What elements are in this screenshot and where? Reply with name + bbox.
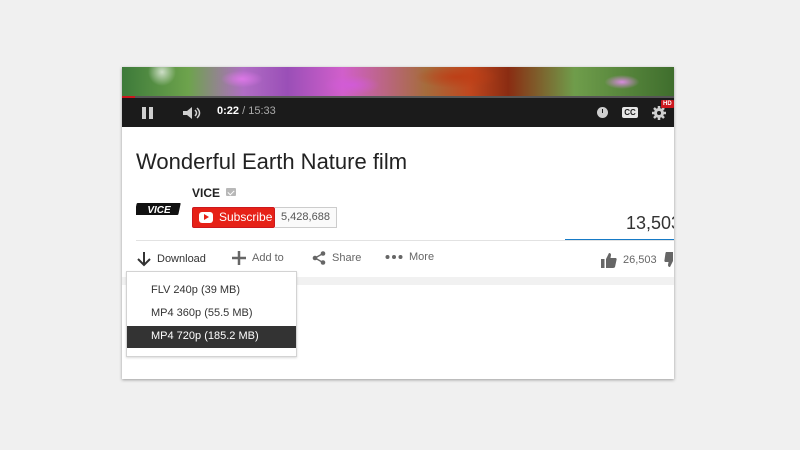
- download-option[interactable]: MP4 360p (55.5 MB): [127, 303, 296, 325]
- divider: [136, 240, 674, 241]
- share-label: Share: [332, 252, 362, 264]
- vice-logo[interactable]: VICE: [136, 202, 182, 216]
- watch-later-icon[interactable]: [597, 107, 608, 118]
- thumbs-up-icon: [601, 253, 617, 268]
- subscribe-label: Subscribe: [219, 210, 273, 224]
- more-dots-icon: [385, 255, 403, 259]
- youtube-play-icon: [199, 212, 213, 223]
- add-to-label: Add to: [252, 252, 284, 264]
- video-page-panel: 0:22 / 15:33 CC HD Wonderful Earth Natur…: [122, 67, 674, 379]
- like-button[interactable]: 26,503: [601, 252, 657, 268]
- like-count: 26,503: [623, 254, 657, 266]
- add-to-button[interactable]: Add to: [232, 251, 284, 265]
- subscriber-count: 5,428,688: [275, 207, 337, 228]
- time-separator: /: [242, 105, 246, 117]
- download-quality-menu: FLV 240p (39 MB) MP4 360p (55.5 MB) MP4 …: [126, 271, 297, 357]
- more-label: More: [409, 251, 435, 263]
- current-time: 0:22: [217, 105, 240, 117]
- more-button[interactable]: More: [385, 251, 434, 263]
- thumbs-down-icon[interactable]: [664, 252, 674, 268]
- player-controls: 0:22 / 15:33 CC HD: [122, 98, 674, 127]
- subscribe-button[interactable]: Subscribe: [192, 207, 275, 228]
- share-button[interactable]: Share: [312, 251, 361, 265]
- duration: 15:33: [248, 105, 276, 117]
- share-icon: [312, 251, 326, 265]
- time-display: 0:22 / 15:33: [217, 105, 276, 117]
- volume-icon[interactable]: [182, 106, 202, 120]
- video-frame[interactable]: [122, 67, 674, 98]
- plus-icon: [232, 251, 246, 265]
- download-option-selected[interactable]: MP4 720p (185.2 MB): [127, 326, 296, 348]
- download-button[interactable]: Download: [137, 251, 206, 267]
- view-count: 13,503: [626, 213, 674, 233]
- download-arrow-icon: [137, 252, 151, 267]
- video-title: Wonderful Earth Nature film: [136, 149, 408, 174]
- channel-name[interactable]: VICE: [192, 186, 220, 200]
- verified-icon: [226, 188, 236, 196]
- download-label: Download: [157, 253, 206, 265]
- svg-text:VICE: VICE: [147, 205, 171, 216]
- captions-icon[interactable]: CC: [622, 107, 638, 118]
- download-option[interactable]: FLV 240p (39 MB): [127, 280, 296, 302]
- pause-icon[interactable]: [142, 107, 154, 119]
- hd-badge: HD: [661, 100, 674, 108]
- video-thumbnail-flowers: [122, 67, 674, 98]
